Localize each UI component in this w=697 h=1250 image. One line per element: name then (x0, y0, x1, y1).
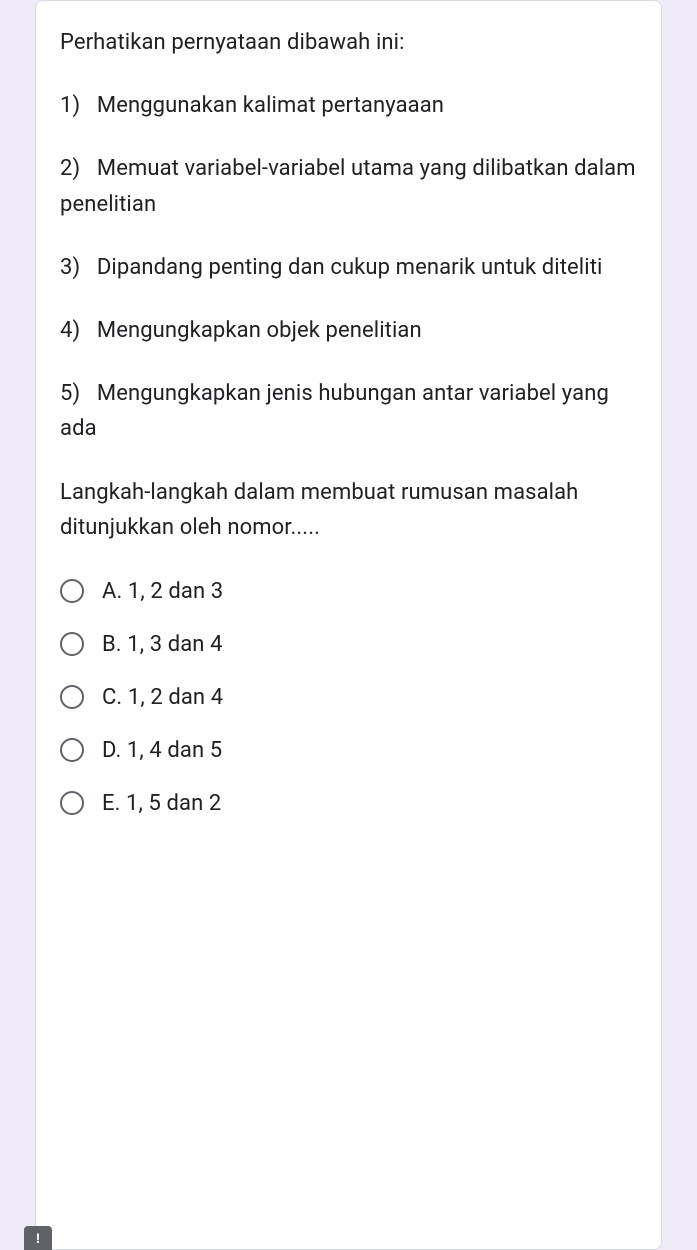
option-label: A. 1, 2 dan 3 (102, 579, 223, 604)
report-button[interactable]: ! (24, 1226, 52, 1250)
question-statement: 1) Menggunakan kalimat pertanyaaan (60, 88, 637, 123)
option-e[interactable]: E. 1, 5 dan 2 (60, 791, 637, 816)
radio-icon (60, 579, 84, 603)
radio-icon (60, 791, 84, 815)
question-prompt: Langkah-langkah dalam membuat rumusan ma… (60, 475, 637, 545)
option-label: D. 1, 4 dan 5 (102, 738, 222, 763)
radio-icon (60, 632, 84, 656)
option-c[interactable]: C. 1, 2 dan 4 (60, 685, 637, 710)
option-label: E. 1, 5 dan 2 (102, 791, 221, 816)
question-statement: 5) Mengungkapkan jenis hubungan antar va… (60, 376, 637, 446)
question-card: Perhatikan pernyataan dibawah ini: 1) Me… (35, 0, 662, 1250)
radio-icon (60, 738, 84, 762)
option-d[interactable]: D. 1, 4 dan 5 (60, 738, 637, 763)
option-label: C. 1, 2 dan 4 (102, 685, 223, 710)
question-statement: 2) Memuat variabel-variabel utama yang d… (60, 151, 637, 221)
option-label: B. 1, 3 dan 4 (102, 632, 223, 657)
radio-icon (60, 685, 84, 709)
option-a[interactable]: A. 1, 2 dan 3 (60, 579, 637, 604)
options-group: A. 1, 2 dan 3 B. 1, 3 dan 4 C. 1, 2 dan … (60, 579, 637, 816)
question-statement: 3) Dipandang penting dan cukup menarik u… (60, 250, 637, 285)
question-intro: Perhatikan pernyataan dibawah ini: (60, 25, 637, 60)
question-statement: 4) Mengungkapkan objek penelitian (60, 313, 637, 348)
exclamation-icon: ! (36, 1230, 41, 1246)
option-b[interactable]: B. 1, 3 dan 4 (60, 632, 637, 657)
